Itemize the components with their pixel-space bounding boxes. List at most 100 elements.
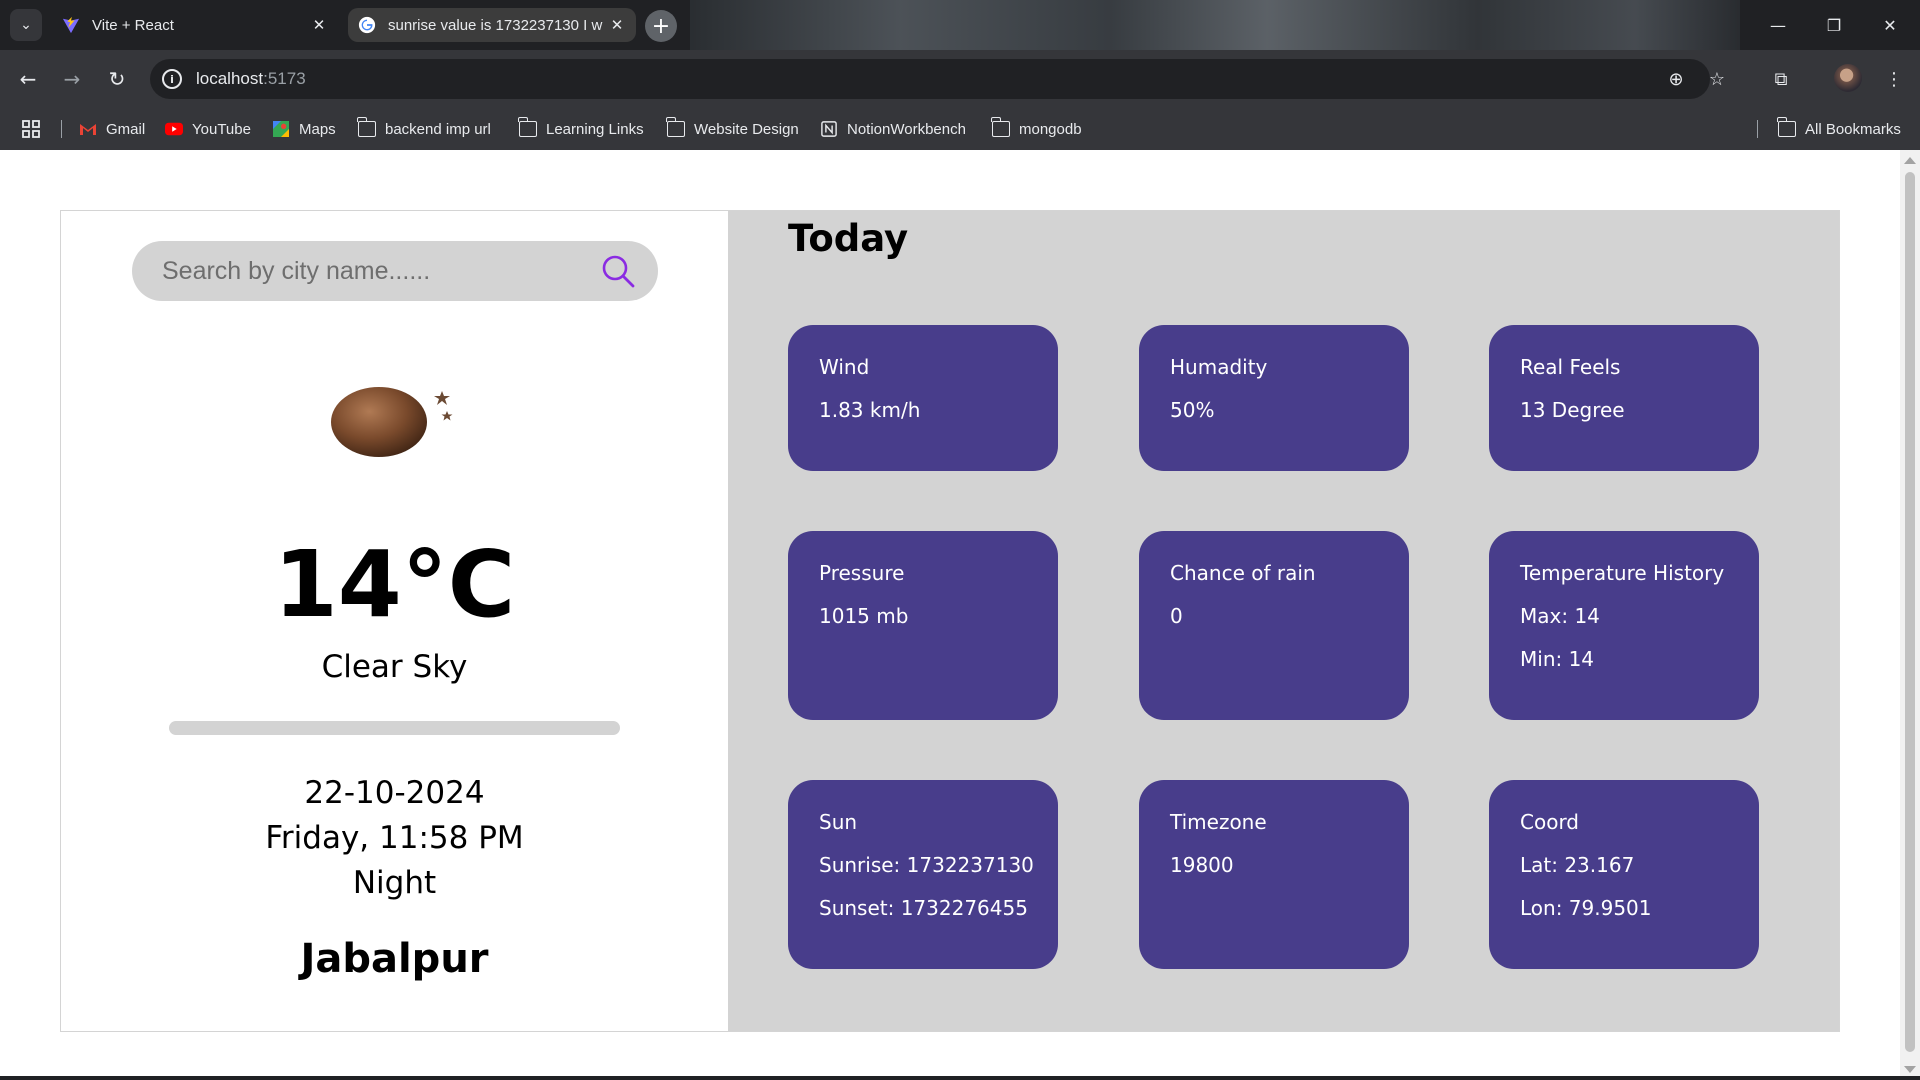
pressure-card: Pressure 1015 mb: [788, 531, 1058, 720]
card-title: Pressure: [819, 561, 905, 585]
weather-container: 14°C Clear Sky 22-10-2024 Friday, 11:58 …: [60, 210, 1840, 1032]
card-title: Temperature History: [1520, 561, 1725, 585]
google-logo-icon: [358, 16, 376, 34]
current-temperature: 14°C: [273, 531, 516, 638]
new-tab-button[interactable]: +: [645, 10, 677, 42]
bookmark-folder-mongodb[interactable]: mongodb: [991, 117, 1082, 140]
card-value: 1.83 km/h: [819, 398, 921, 422]
card-value: 1015 mb: [819, 604, 909, 628]
tab-title: sunrise value is 1732237130 I w: [388, 16, 603, 34]
vite-logo-icon: [62, 16, 80, 34]
card-title: Sun: [819, 810, 858, 834]
folder-icon: [518, 117, 537, 137]
tab-vite-react[interactable]: Vite + React ✕: [52, 8, 338, 42]
apps-grid-icon[interactable]: [22, 118, 40, 140]
card-value: Lat: 23.167: [1520, 853, 1635, 877]
city-search-input[interactable]: [162, 241, 582, 301]
card-title: Humadity: [1170, 355, 1268, 379]
divider-bar: [169, 721, 620, 735]
tab-search-button[interactable]: ⌄: [10, 9, 42, 41]
extensions-icon[interactable]: ⧉: [1763, 61, 1799, 97]
url-text[interactable]: localhost:5173: [196, 69, 306, 89]
bookmark-gmail[interactable]: Gmail: [79, 118, 145, 140]
notion-icon: [821, 121, 837, 137]
youtube-icon: [165, 122, 183, 136]
card-value: 50%: [1170, 398, 1215, 422]
current-date: 22-10-2024: [304, 775, 485, 811]
bookmark-star-icon[interactable]: ☆: [1705, 67, 1729, 91]
weather-description: Clear Sky: [321, 649, 468, 685]
bookmark-folder-backend[interactable]: backend imp url: [357, 117, 491, 140]
browser-toolbar: ← → ↻ i localhost:5173 ⊕ ☆ ⧉ ⋮: [0, 50, 1920, 108]
site-info-icon[interactable]: i: [162, 69, 182, 89]
tab-google-search[interactable]: sunrise value is 1732237130 I w ✕: [348, 8, 636, 42]
card-value: Min: 14: [1520, 647, 1595, 671]
chance-of-rain-card: Chance of rain 0: [1139, 531, 1409, 720]
bookmark-folder-learning[interactable]: Learning Links: [518, 117, 644, 140]
wind-card: Wind 1.83 km/h: [788, 325, 1058, 471]
tab-title: Vite + React: [92, 16, 174, 34]
window-background-image: [690, 0, 1740, 50]
sun-card: Sun Sunrise: 1732237130 Sunset: 17322764…: [788, 780, 1058, 969]
bookmark-separator: [61, 120, 62, 138]
card-title: Coord: [1520, 810, 1580, 834]
close-tab-icon[interactable]: ✕: [608, 16, 626, 34]
card-value: 0: [1170, 604, 1183, 628]
timezone-card: Timezone 19800: [1139, 780, 1409, 969]
current-day-time: Friday, 11:58 PM: [265, 820, 524, 856]
card-title: Timezone: [1170, 810, 1267, 834]
zoom-icon[interactable]: ⊕: [1664, 67, 1688, 91]
profile-avatar[interactable]: [1834, 64, 1862, 92]
scroll-down-arrow[interactable]: [1904, 1066, 1916, 1073]
browser-title-bar: ⌄ Vite + React ✕ sunrise value is 173223…: [0, 0, 1920, 50]
folder-icon: [1777, 117, 1796, 137]
today-details-panel: Today Wind 1.83 km/h Humadity 50% Real F…: [728, 211, 1839, 1031]
search-icon[interactable]: [600, 253, 636, 289]
humidity-card: Humadity 50%: [1139, 325, 1409, 471]
close-tab-icon[interactable]: ✕: [310, 16, 328, 34]
folder-icon: [357, 117, 376, 137]
close-window-button[interactable]: ✕: [1862, 0, 1918, 50]
page-scrollbar[interactable]: [1900, 150, 1920, 1080]
bookmarks-bar: Gmail YouTube Maps backend imp url Learn…: [0, 108, 1920, 150]
card-value: Sunrise: 1732237130: [819, 853, 1034, 877]
minimize-button[interactable]: —: [1750, 0, 1806, 50]
card-value: Lon: 79.9501: [1520, 896, 1652, 920]
gmail-icon: [80, 124, 96, 135]
real-feels-card: Real Feels 13 Degree: [1489, 325, 1759, 471]
bookmark-separator: [1757, 120, 1758, 138]
card-value: 19800: [1170, 853, 1234, 877]
bookmark-notion[interactable]: NotionWorkbench: [820, 118, 966, 140]
date-time-block: 22-10-2024 Friday, 11:58 PM Night: [61, 771, 728, 906]
city-search-bar: [132, 241, 658, 301]
address-bar[interactable]: i localhost:5173 ⊕ ☆: [150, 59, 1725, 99]
bookmark-folder-website-design[interactable]: Website Design: [666, 117, 799, 140]
day-period: Night: [352, 865, 437, 901]
weather-night-icon: [331, 387, 453, 457]
forward-button[interactable]: →: [54, 61, 90, 97]
card-value: Sunset: 1732276455: [819, 896, 1028, 920]
bookmark-maps[interactable]: Maps: [272, 118, 336, 140]
weather-app-page: 14°C Clear Sky 22-10-2024 Friday, 11:58 …: [0, 150, 1900, 1078]
scrollbar-thumb[interactable]: [1905, 172, 1915, 1052]
reload-button[interactable]: ↻: [99, 61, 135, 97]
menu-kebab-icon[interactable]: ⋮: [1876, 61, 1912, 97]
window-bottom-edge: [0, 1076, 1920, 1080]
card-title: Chance of rain: [1170, 561, 1316, 585]
folder-icon: [666, 117, 685, 137]
restore-button[interactable]: ❐: [1806, 0, 1862, 50]
city-name: Jabalpur: [300, 936, 489, 982]
current-weather-panel: 14°C Clear Sky 22-10-2024 Friday, 11:58 …: [61, 211, 728, 1031]
maps-icon: [273, 121, 289, 137]
all-bookmarks-folder[interactable]: All Bookmarks: [1777, 117, 1901, 140]
scroll-up-arrow[interactable]: [1904, 157, 1916, 164]
card-title: Real Feels: [1520, 355, 1621, 379]
back-button[interactable]: ←: [10, 61, 46, 97]
today-heading: Today: [788, 217, 909, 260]
bookmark-youtube[interactable]: YouTube: [165, 118, 251, 140]
folder-icon: [991, 117, 1010, 137]
card-value: 13 Degree: [1520, 398, 1625, 422]
card-value: Max: 14: [1520, 604, 1600, 628]
temperature-history-card: Temperature History Max: 14 Min: 14: [1489, 531, 1759, 720]
card-title: Wind: [819, 355, 870, 379]
